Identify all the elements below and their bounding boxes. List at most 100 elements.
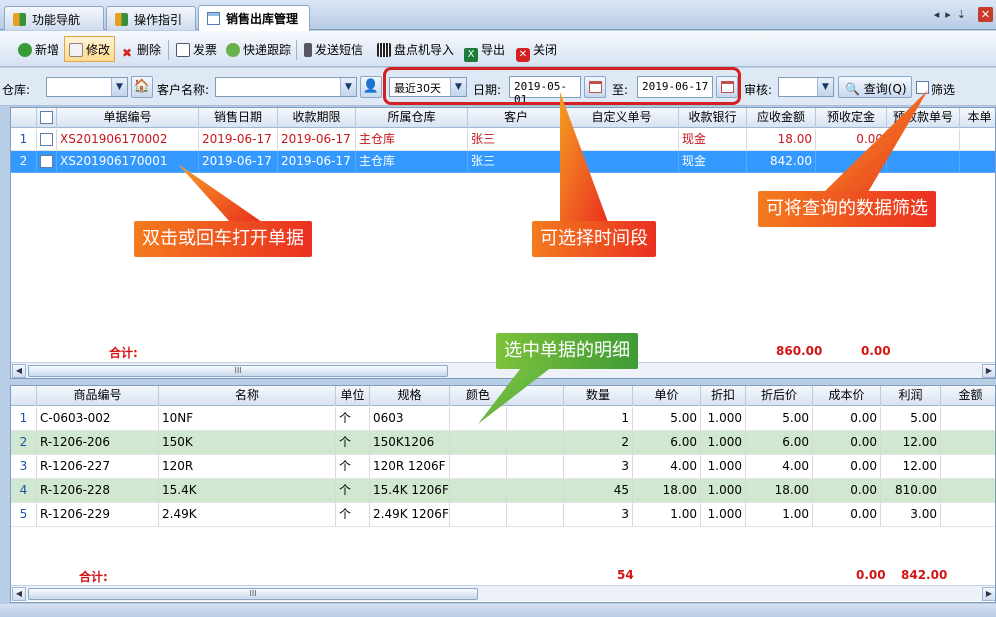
scroll-left-icon[interactable]: ◀ [12, 587, 26, 601]
row-checkbox-cell[interactable] [37, 129, 57, 151]
bank: 现金 [679, 151, 747, 173]
col-header[interactable]: 数量 [564, 386, 633, 406]
col-header[interactable]: 客户 [468, 108, 565, 128]
cost-price: 0.00 [813, 503, 881, 527]
profit: 810.00 [881, 479, 941, 503]
select-all-header[interactable] [37, 108, 57, 128]
col-header[interactable]: 本单 [960, 108, 995, 128]
col-header[interactable]: 自定义单号 [565, 108, 679, 128]
col-header[interactable]: 名称 [159, 386, 336, 406]
table-row[interactable]: 2 R-1206-206 150K 个 150K1206 2 6.00 1.000 6.00 0.… [11, 431, 995, 455]
filter-checkbox[interactable] [916, 81, 929, 94]
col-header[interactable]: 收款银行 [679, 108, 747, 128]
button-label: 导出 [481, 43, 506, 57]
col-header[interactable]: 单位 [336, 386, 370, 406]
unit: 个 [336, 407, 370, 431]
warehouse-select[interactable]: ▼ [46, 77, 128, 97]
tab-sales-outbound[interactable]: 销售出库管理 [198, 5, 310, 31]
col-header[interactable]: 预收款单号 [887, 108, 960, 128]
amount [941, 455, 995, 479]
house-icon: 🏠 [133, 79, 151, 94]
quantity: 2 [564, 431, 633, 455]
col-header[interactable]: 商品编号 [37, 386, 159, 406]
col-header[interactable]: 利润 [881, 386, 941, 406]
col-header[interactable]: 折扣 [701, 386, 746, 406]
new-button[interactable]: 新增 [14, 38, 63, 62]
toolbar-divider [296, 40, 297, 60]
col-header[interactable]: 销售日期 [199, 108, 278, 128]
col-header[interactable] [507, 386, 564, 406]
chevron-down-icon[interactable]: ▼ [111, 78, 127, 96]
scroll-right-icon[interactable]: ▶ [982, 587, 995, 601]
row-number: 4 [11, 479, 37, 503]
due-date: 2019-06-17 [278, 129, 356, 151]
customer-select[interactable]: ▼ [215, 77, 357, 97]
express-tracking-button[interactable]: 快递跟踪 [222, 38, 295, 62]
row-number: 2 [11, 151, 37, 173]
toolbar: 新增 修改 ✖ 删除 发票 快递跟踪 发送短信 盘点机导入 X 导出 ✕ 关闭 [0, 31, 996, 67]
col-header[interactable]: 折后价 [746, 386, 813, 406]
discounted-price: 4.00 [746, 455, 813, 479]
details-grid: 商品编号 名称 单位 规格 颜色 数量 单价 折扣 折后价 成本价 利润 金额 … [10, 385, 996, 603]
invoice-button[interactable]: 发票 [172, 38, 221, 62]
details-total-qty: 54 [617, 568, 634, 582]
audit-select[interactable]: ▼ [778, 77, 834, 97]
col-header[interactable]: 成本价 [813, 386, 881, 406]
scroll-thumb[interactable]: III [28, 588, 478, 600]
select-all-checkbox[interactable] [40, 111, 53, 124]
tab-scroll-controls[interactable]: ◂▸⇣ [934, 8, 972, 21]
col-header[interactable]: 预收定金 [816, 108, 887, 128]
query-button[interactable]: 🔍 查询(Q) [838, 76, 912, 98]
row-checkbox-cell[interactable] [37, 151, 57, 173]
add-customer-button[interactable]: 👤 [360, 76, 382, 98]
tab-function-nav[interactable]: 功能导航 [4, 6, 104, 30]
send-sms-button[interactable]: 发送短信 [300, 38, 367, 62]
row-number: 1 [11, 407, 37, 431]
product-code: C-0603-002 [37, 407, 159, 431]
grid-icon [13, 13, 26, 26]
product-name: 15.4K [159, 479, 336, 503]
close-tab-icon[interactable]: ✕ [978, 7, 993, 22]
chevron-down-icon[interactable]: ▼ [817, 78, 833, 96]
table-row[interactable]: 1 XS201906170002 2019-06-17 2019-06-17 主… [11, 129, 995, 151]
scanner-import-button[interactable]: 盘点机导入 [373, 38, 458, 62]
spec: 120R 1206F [370, 455, 450, 479]
col-header[interactable]: 颜色 [450, 386, 507, 406]
chevron-down-icon[interactable]: ▼ [340, 78, 356, 96]
scroll-right-icon[interactable]: ▶ [982, 364, 995, 378]
export-button[interactable]: X 导出 [460, 38, 509, 62]
col-header[interactable]: 收款期限 [278, 108, 356, 128]
col-header[interactable]: 单据编号 [57, 108, 199, 128]
extra [507, 431, 564, 455]
warehouse-label: 仓库: [2, 83, 31, 97]
table-row[interactable]: 1 C-0603-002 10NF 个 0603 1 5.00 1.000 5.00 0.00 5.… [11, 407, 995, 431]
table-row-selected[interactable]: 2 XS201906170001 2019-06-17 2019-06-17 主… [11, 151, 995, 173]
table-row[interactable]: 5 R-1206-229 2.49K 个 2.49K 1206F 3 1.00 1.000 1.… [11, 503, 995, 527]
col-header[interactable]: 所属仓库 [356, 108, 468, 128]
row-checkbox[interactable] [40, 155, 53, 168]
col-header[interactable]: 应收金额 [747, 108, 816, 128]
discounted-price: 1.00 [746, 503, 813, 527]
close-button[interactable]: ✕ 关闭 [512, 38, 561, 62]
scroll-left-icon[interactable]: ◀ [12, 364, 26, 378]
edit-button[interactable]: 修改 [64, 36, 116, 62]
date-range-highlight [383, 67, 741, 105]
quantity: 45 [564, 479, 633, 503]
color [450, 407, 507, 431]
delete-icon: ✖ [121, 46, 133, 60]
color [450, 479, 507, 503]
col-header[interactable]: 单价 [633, 386, 701, 406]
col-header[interactable]: 规格 [370, 386, 450, 406]
scroll-thumb[interactable]: III [28, 365, 448, 377]
row-checkbox[interactable] [40, 133, 53, 146]
details-total-label: 合计: [79, 570, 108, 584]
delete-button[interactable]: ✖ 删除 [116, 38, 165, 62]
spec: 150K1206 [370, 431, 450, 455]
table-row[interactable]: 3 R-1206-227 120R 个 120R 1206F 3 4.00 1.000 4.00… [11, 455, 995, 479]
col-header[interactable]: 金额 [941, 386, 995, 406]
warehouse-picker-button[interactable]: 🏠 [131, 76, 153, 98]
table-row[interactable]: 4 R-1206-228 15.4K 个 15.4K 1206F 45 18.00 1.000… [11, 479, 995, 503]
cost-price: 0.00 [813, 407, 881, 431]
details-horizontal-scrollbar[interactable]: ◀ III ▶ [11, 585, 995, 601]
tab-operation-guide[interactable]: 操作指引 [106, 6, 196, 30]
